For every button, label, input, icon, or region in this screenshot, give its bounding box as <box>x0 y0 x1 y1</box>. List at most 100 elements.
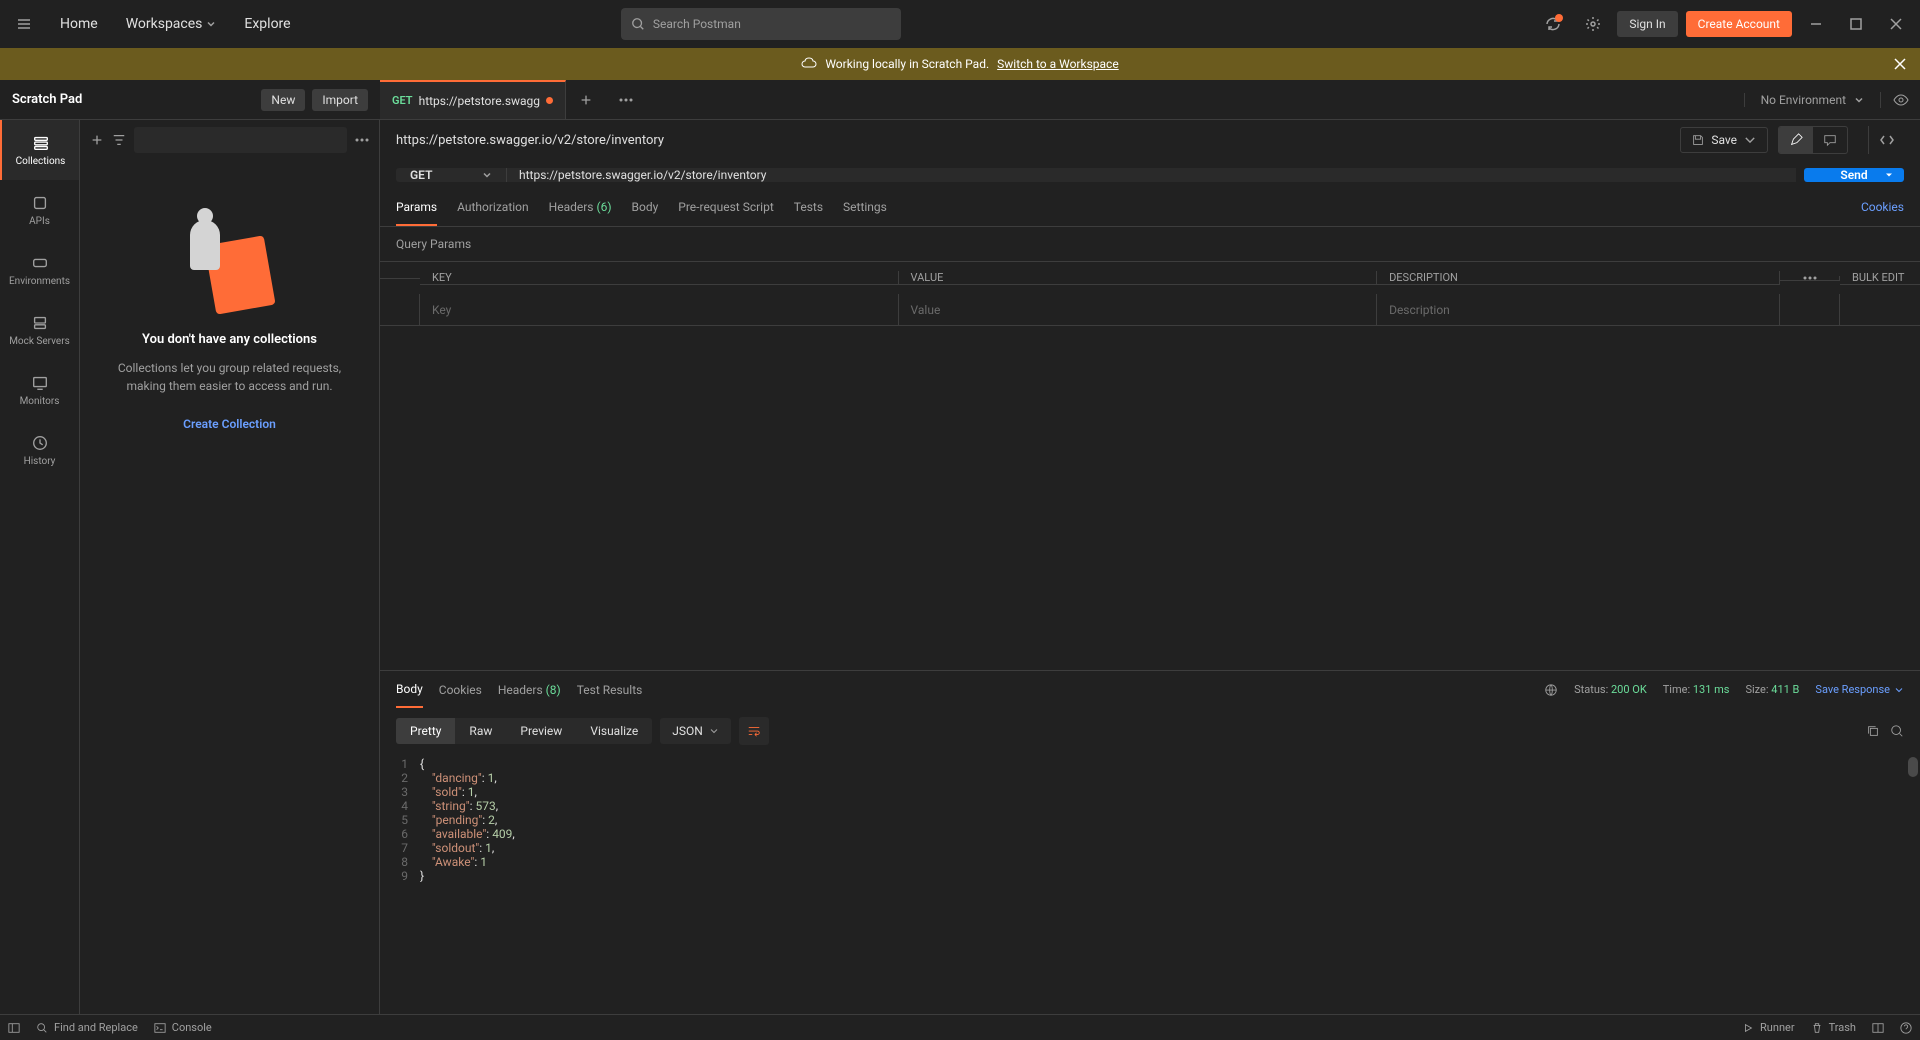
window-close[interactable] <box>1880 8 1912 40</box>
wrap-toggle[interactable] <box>739 717 769 745</box>
param-value-input[interactable]: Value <box>899 294 1378 326</box>
notification-dot <box>1555 14 1563 22</box>
column-key: KEY <box>420 271 899 285</box>
code-line: 3 "sold": 1, <box>380 785 1920 799</box>
resp-tab-headers-count: (8) <box>546 683 561 697</box>
settings-button[interactable] <box>1577 8 1609 40</box>
response-body[interactable]: 1{2 "dancing": 1,3 "sold": 1,4 "string":… <box>380 753 1920 1015</box>
two-pane-toggle[interactable] <box>1872 1021 1884 1034</box>
trash-button[interactable]: Trash <box>1811 1021 1856 1034</box>
nav-workspaces[interactable]: Workspaces <box>114 8 229 40</box>
resp-tab-cookies[interactable]: Cookies <box>439 673 482 707</box>
rail-collections-label: Collections <box>16 156 66 167</box>
method-select[interactable]: GET <box>396 168 506 182</box>
help-button[interactable] <box>1900 1021 1912 1034</box>
environment-quicklook[interactable] <box>1880 92 1920 108</box>
console-button[interactable]: Console <box>154 1021 212 1034</box>
code-line: 6 "available": 409, <box>380 827 1920 841</box>
cloud-off-icon <box>801 56 817 72</box>
filter-icon[interactable] <box>112 133 126 147</box>
add-tab-button[interactable] <box>566 80 606 119</box>
tab-headers[interactable]: Headers (6) <box>549 190 612 226</box>
search-response-button[interactable] <box>1890 724 1904 738</box>
view-pretty[interactable]: Pretty <box>396 718 455 744</box>
tab-tests[interactable]: Tests <box>794 190 823 226</box>
method-label: GET <box>410 168 432 182</box>
nav-explore[interactable]: Explore <box>232 8 302 40</box>
rail-apis[interactable]: APIs <box>0 180 79 240</box>
sidebar-title: Scratch Pad <box>12 92 82 107</box>
banner-close[interactable] <box>1892 56 1908 72</box>
window-minimize[interactable] <box>1800 8 1832 40</box>
panel-more-button[interactable] <box>355 138 369 142</box>
view-preview[interactable]: Preview <box>506 718 576 744</box>
url-input[interactable]: https://petstore.swagger.io/v2/store/inv… <box>506 168 1796 182</box>
banner-switch-link[interactable]: Switch to a Workspace <box>997 57 1119 71</box>
resp-tab-headers-label: Headers <box>498 683 543 697</box>
runner-label: Runner <box>1760 1021 1795 1034</box>
tab-more-button[interactable] <box>606 80 646 119</box>
rail-mock-servers[interactable]: Mock Servers <box>0 300 79 360</box>
search-icon <box>631 17 645 31</box>
request-tab[interactable]: GET https://petstore.swagg <box>380 80 566 119</box>
save-response-button[interactable]: Save Response <box>1815 683 1904 696</box>
resp-tab-test-results[interactable]: Test Results <box>577 673 643 707</box>
code-line: 9} <box>380 869 1920 883</box>
empty-illustration <box>190 220 270 320</box>
create-account-button[interactable]: Create Account <box>1686 11 1792 37</box>
param-more-button[interactable] <box>1803 276 1817 280</box>
create-collection-link[interactable]: Create Collection <box>183 417 276 431</box>
param-desc-input[interactable]: Description <box>1377 294 1780 326</box>
code-snippet-button[interactable] <box>1868 126 1904 154</box>
search-input[interactable]: Search Postman <box>621 8 901 40</box>
import-button[interactable]: Import <box>312 89 368 111</box>
tab-settings[interactable]: Settings <box>843 190 887 226</box>
view-raw[interactable]: Raw <box>455 718 506 744</box>
rail-history[interactable]: History <box>0 420 79 480</box>
environment-select[interactable]: No Environment <box>1744 93 1880 107</box>
format-label: JSON <box>672 724 703 738</box>
runner-button[interactable]: Runner <box>1742 1021 1795 1034</box>
param-key-input[interactable]: Key <box>420 294 899 326</box>
add-collection-button[interactable] <box>90 133 104 147</box>
menu-button[interactable] <box>8 8 40 40</box>
tab-auth[interactable]: Authorization <box>457 190 529 226</box>
comment-mode-button[interactable] <box>1813 127 1847 153</box>
sync-button[interactable] <box>1537 8 1569 40</box>
chevron-down-icon <box>482 170 492 180</box>
rail-monitors[interactable]: Monitors <box>0 360 79 420</box>
format-select[interactable]: JSON <box>660 718 731 744</box>
code-line: 2 "dancing": 1, <box>380 771 1920 785</box>
filter-input[interactable] <box>134 127 347 153</box>
banner-text: Working locally in Scratch Pad. <box>825 57 989 71</box>
bulk-edit-button[interactable]: Bulk Edit <box>1852 271 1904 284</box>
edit-mode-button[interactable] <box>1779 127 1813 153</box>
rail-environments[interactable]: Environments <box>0 240 79 300</box>
rail-monitors-label: Monitors <box>20 396 60 407</box>
size-value: 411 B <box>1771 683 1799 696</box>
window-maximize[interactable] <box>1840 8 1872 40</box>
tab-body[interactable]: Body <box>632 190 659 226</box>
nav-home[interactable]: Home <box>48 8 110 40</box>
save-response-label: Save Response <box>1815 683 1890 696</box>
save-button[interactable]: Save <box>1680 127 1768 153</box>
cookies-link[interactable]: Cookies <box>1861 190 1904 226</box>
resp-tab-headers[interactable]: Headers (8) <box>498 673 561 707</box>
chevron-down-icon <box>1854 95 1864 105</box>
scrollbar[interactable] <box>1908 757 1918 777</box>
query-params-label: Query Params <box>380 227 1920 261</box>
bottombar-sidebar-toggle[interactable] <box>8 1022 20 1034</box>
tab-prerequest[interactable]: Pre-request Script <box>678 190 773 226</box>
tab-params[interactable]: Params <box>396 190 437 226</box>
send-button[interactable]: Send <box>1804 168 1904 182</box>
new-button[interactable]: New <box>261 89 305 111</box>
chevron-down-icon <box>709 726 719 736</box>
resp-tab-body[interactable]: Body <box>396 672 423 708</box>
view-visualize[interactable]: Visualize <box>576 718 652 744</box>
signin-button[interactable]: Sign In <box>1617 11 1677 37</box>
find-replace-button[interactable]: Find and Replace <box>36 1021 138 1034</box>
tab-method: GET <box>392 94 413 107</box>
empty-subtitle: Collections let you group related reques… <box>100 359 359 395</box>
copy-response-button[interactable] <box>1866 724 1880 738</box>
rail-collections[interactable]: Collections <box>0 120 79 180</box>
